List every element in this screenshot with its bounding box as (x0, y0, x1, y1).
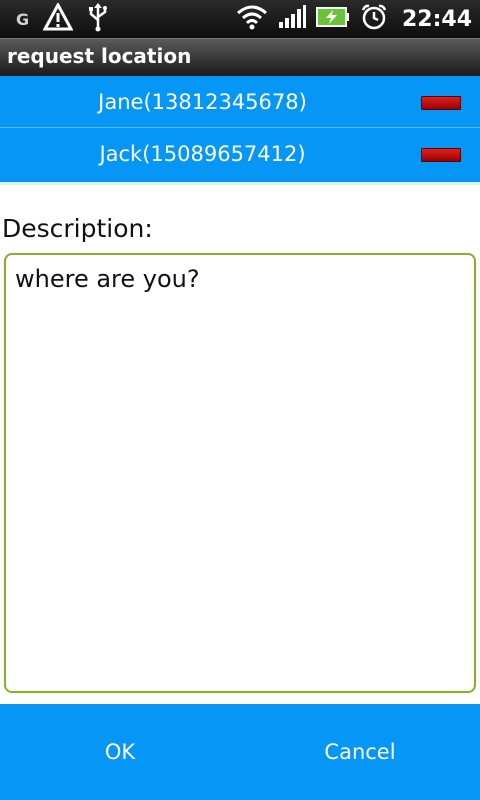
warning-icon (42, 1, 74, 35)
status-bar-right: 22:44 (236, 0, 472, 38)
button-bar: OK Cancel (0, 704, 480, 800)
alarm-icon (360, 3, 388, 35)
wifi-icon (236, 4, 268, 34)
ok-button[interactable]: OK (0, 704, 240, 800)
contact-list: Jane(13812345678) Jack(15089657412) (0, 76, 480, 182)
description-field[interactable]: where are you? (4, 253, 476, 693)
page-title: request location (7, 44, 192, 68)
remove-contact-button[interactable] (421, 148, 461, 162)
divider (0, 182, 480, 185)
status-bar: G 22:44 (0, 0, 480, 38)
status-time: 22:44 (401, 6, 472, 32)
remove-contact-button[interactable] (421, 96, 461, 110)
title-bar: request location (0, 38, 480, 76)
list-item[interactable]: Jack(15089657412) (0, 128, 480, 182)
status-bar-left: G (16, 0, 109, 38)
signal-icon (278, 4, 306, 34)
battery-charging-icon (315, 6, 350, 32)
contact-label: Jack(15089657412) (99, 142, 306, 166)
usb-icon (87, 2, 109, 36)
list-item[interactable]: Jane(13812345678) (0, 76, 480, 128)
g-icon: G (16, 9, 30, 29)
cancel-button[interactable]: Cancel (240, 704, 480, 800)
description-label: Description: (2, 214, 153, 243)
contact-label: Jane(13812345678) (98, 90, 307, 114)
